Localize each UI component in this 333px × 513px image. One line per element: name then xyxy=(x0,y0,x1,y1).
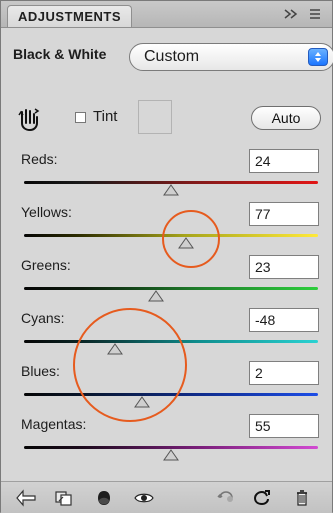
slider-label: Blues: xyxy=(21,363,60,379)
trash-icon[interactable] xyxy=(291,488,313,508)
preset-label: Black & White xyxy=(13,46,107,62)
eye-icon[interactable] xyxy=(133,488,155,508)
dropdown-arrow-icon[interactable] xyxy=(308,48,328,66)
slider-thumb[interactable] xyxy=(148,289,165,302)
preset-row: Black & White Custom xyxy=(13,43,333,73)
slider-yellows: Yellows: 77 xyxy=(1,202,333,259)
slider-value-input[interactable]: 2 xyxy=(249,361,319,385)
slider-track[interactable] xyxy=(24,234,318,237)
slider-value-input[interactable]: 23 xyxy=(249,255,319,279)
slider-value-input[interactable]: 77 xyxy=(249,202,319,226)
back-arrow-icon[interactable] xyxy=(15,488,37,508)
slider-track[interactable] xyxy=(24,287,318,290)
tint-row: Tint Auto xyxy=(13,100,323,136)
auto-button[interactable]: Auto xyxy=(251,106,321,130)
panel-header-controls xyxy=(284,7,322,21)
slider-reds: Reds: 24 xyxy=(1,149,333,206)
panel-menu-icon[interactable] xyxy=(308,7,322,21)
slider-thumb[interactable] xyxy=(133,395,150,408)
tint-label: Tint xyxy=(93,108,118,125)
adjustments-panel: ADJUSTMENTS Black & White Custom Tint Au… xyxy=(0,0,333,513)
slider-cyans: Cyans: -48 xyxy=(1,308,333,365)
hand-tool-icon[interactable] xyxy=(15,105,43,133)
slider-label: Yellows: xyxy=(21,204,72,220)
clip-to-layer-icon[interactable] xyxy=(53,488,75,508)
tint-color-swatch[interactable] xyxy=(138,100,172,134)
reset-icon[interactable] xyxy=(251,488,273,508)
preset-select[interactable]: Custom xyxy=(129,43,333,71)
layer-mask-icon[interactable] xyxy=(93,488,115,508)
slider-thumb[interactable] xyxy=(177,236,194,249)
slider-value-input[interactable]: 55 xyxy=(249,414,319,438)
slider-label: Cyans: xyxy=(21,310,65,326)
slider-thumb[interactable] xyxy=(163,183,179,196)
slider-thumb[interactable] xyxy=(163,448,179,461)
panel-tabbar: ADJUSTMENTS xyxy=(1,1,332,28)
slider-label: Magentas: xyxy=(21,416,87,432)
double-chevron-right-icon[interactable] xyxy=(284,7,298,21)
slider-greens: Greens: 23 xyxy=(1,255,333,312)
slider-track[interactable] xyxy=(24,393,318,396)
preset-selected-value: Custom xyxy=(144,48,200,65)
tint-checkbox[interactable] xyxy=(75,112,86,123)
slider-track[interactable] xyxy=(24,340,318,343)
adjustments-tab[interactable]: ADJUSTMENTS xyxy=(7,5,133,27)
slider-label: Greens: xyxy=(21,257,71,273)
slider-value-input[interactable]: -48 xyxy=(249,308,319,332)
previous-state-icon[interactable] xyxy=(215,488,237,508)
slider-label: Reds: xyxy=(21,151,58,167)
slider-magentas: Magentas: 55 xyxy=(1,414,333,471)
slider-blues: Blues: 2 xyxy=(1,361,333,418)
slider-value-input[interactable]: 24 xyxy=(249,149,319,173)
bottom-toolbar xyxy=(1,481,332,513)
slider-thumb[interactable] xyxy=(107,342,124,355)
